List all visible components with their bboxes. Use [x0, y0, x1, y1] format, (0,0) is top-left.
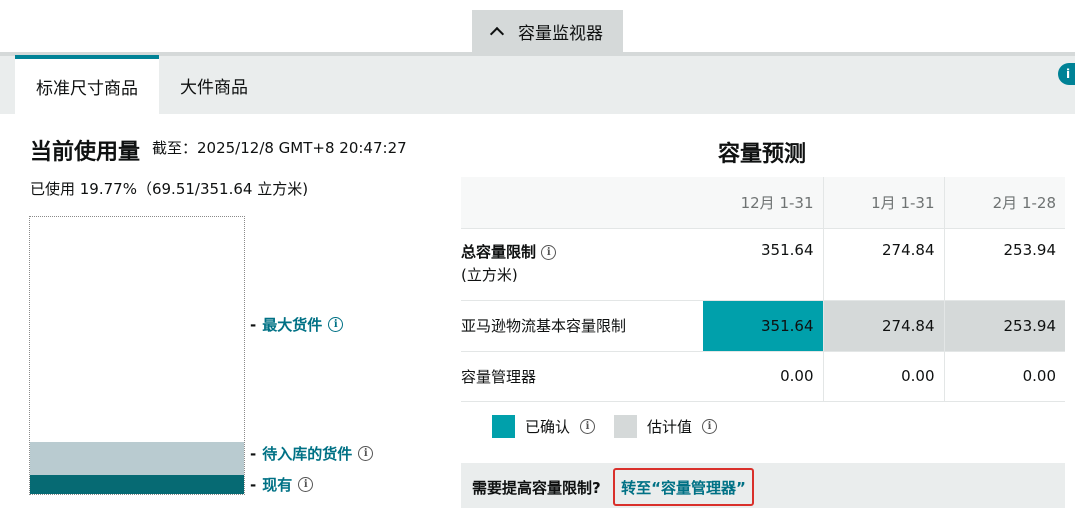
table-cell: 274.84 — [823, 228, 945, 301]
info-icon[interactable]: i — [358, 446, 374, 461]
tab-bar: 标准尺寸商品 大件商品 — [0, 52, 1075, 114]
row-label-capacity-manager: 容量管理器 — [461, 351, 703, 402]
table-cell: 0.00 — [703, 351, 824, 402]
table-cell-estimated: 253.94 — [944, 300, 1065, 352]
legend-confirmed: 已确认 i — [492, 415, 596, 438]
info-icon[interactable]: i — [298, 477, 314, 492]
confirmed-swatch — [492, 415, 515, 438]
go-to-capacity-manager-link[interactable]: 转至“容量管理器” — [613, 468, 754, 506]
estimated-swatch — [614, 415, 637, 438]
table-cell: 0.00 — [944, 351, 1065, 402]
table-row: 总容量限制 i (立方米) 351.64 274.84 253.94 — [461, 228, 1065, 301]
max-inventory-label: 最大货件 — [262, 316, 323, 334]
usage-summary: 已使用 19.77%（69.51/351.64 立方米) — [30, 180, 309, 198]
table-cell-estimated: 274.84 — [823, 300, 945, 352]
legend-estimated-label: 估计值 — [647, 418, 693, 436]
max-inventory-marker: - 最大货件 i — [250, 314, 344, 335]
tab-oversize[interactable]: 大件商品 — [159, 56, 269, 114]
table-row: 容量管理器 0.00 0.00 0.00 — [461, 351, 1065, 402]
gauge-inbound-segment — [30, 442, 244, 475]
as-of-timestamp: 截至：2025/12/8 GMT+8 20:47:27 — [152, 139, 407, 157]
table-cell: 0.00 — [823, 351, 945, 402]
info-icon[interactable]: i — [541, 244, 557, 260]
tab-standard-size[interactable]: 标准尺寸商品 — [15, 55, 159, 114]
table-cell: 351.64 — [703, 228, 824, 301]
legend-confirmed-label: 已确认 — [525, 418, 571, 436]
row-label-total-limit: 总容量限制 i (立方米) — [461, 228, 703, 301]
chevron-up-icon — [489, 26, 505, 41]
gauge-on-hand-segment — [30, 475, 244, 494]
row-label-fba-base-limit: 亚马逊物流基本容量限制 — [461, 300, 703, 352]
capacity-monitor-toggle[interactable]: 容量监视器 — [472, 10, 623, 52]
on-hand-marker: - 现有 i — [250, 474, 314, 495]
forecast-table: 12月 1-31 1月 1-31 2月 1-28 总容量限制 i (立方米) 3… — [461, 177, 1065, 402]
info-icon[interactable]: i — [702, 419, 718, 434]
on-hand-label: 现有 — [262, 476, 293, 494]
current-usage-title: 当前使用量 — [30, 140, 141, 165]
info-icon[interactable]: i — [580, 419, 596, 434]
legend-estimated: 估计值 i — [614, 415, 718, 438]
forecast-header-row: 12月 1-31 1月 1-31 2月 1-28 — [461, 177, 1065, 229]
row-sublabel: (立方米) — [461, 265, 518, 284]
forecast-corner — [461, 177, 703, 229]
column-header: 2月 1-28 — [944, 177, 1065, 229]
inbound-marker: - 待入库的货件 i — [250, 443, 374, 464]
increase-limit-question: 需要提高容量限制? — [472, 479, 601, 497]
info-icon[interactable]: i — [1058, 63, 1075, 85]
column-header: 1月 1-31 — [823, 177, 945, 229]
capacity-monitor-label: 容量监视器 — [518, 23, 603, 44]
capacity-gauge — [29, 216, 245, 495]
row-label-text: 总容量限制 — [461, 242, 537, 261]
table-cell: 253.94 — [944, 228, 1065, 301]
column-header: 12月 1-31 — [703, 177, 824, 229]
capacity-forecast-title: 容量预测 — [718, 142, 807, 167]
table-row: 亚马逊物流基本容量限制 351.64 274.84 253.94 — [461, 300, 1065, 352]
inbound-label: 待入库的货件 — [262, 445, 353, 463]
table-cell-confirmed: 351.64 — [703, 300, 824, 352]
info-icon[interactable]: i — [328, 317, 344, 332]
